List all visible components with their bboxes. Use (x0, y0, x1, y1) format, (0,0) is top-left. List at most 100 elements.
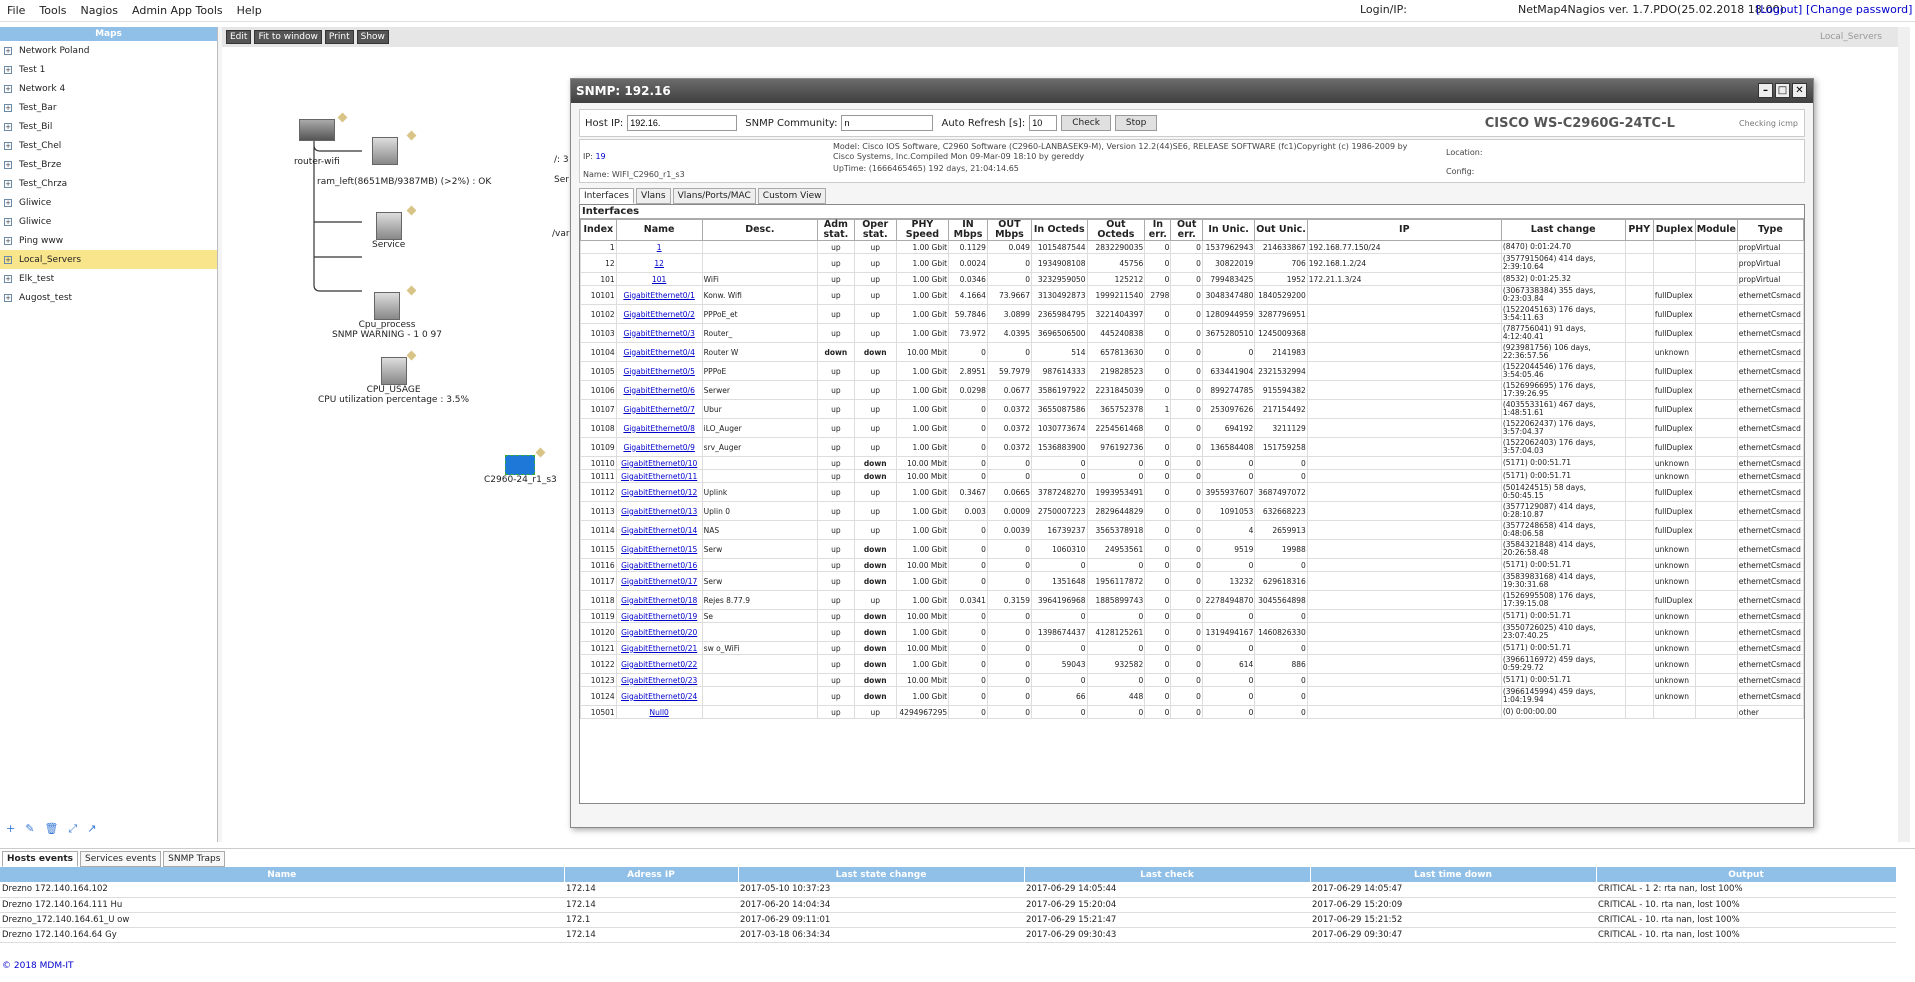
refresh-input[interactable] (1029, 115, 1058, 131)
sidebar-item[interactable]: + Test_Brze (0, 155, 217, 174)
interface-link[interactable]: GigabitEthernet0/13 (621, 507, 697, 516)
column-header[interactable]: Duplex (1652, 219, 1696, 241)
interface-link[interactable]: GigabitEthernet0/4 (623, 348, 694, 357)
interface-link[interactable]: GigabitEthernet0/20 (621, 628, 697, 637)
edit-icon[interactable]: ✎ (25, 822, 34, 836)
column-header[interactable]: Last check (1024, 867, 1311, 882)
interface-link[interactable]: GigabitEthernet0/8 (623, 424, 694, 433)
ram-node[interactable] (372, 137, 398, 165)
interface-link[interactable]: GigabitEthernet0/6 (623, 386, 694, 395)
column-header[interactable]: Desc. (701, 219, 819, 241)
table-row[interactable]: Drezno 172.140.164.64 Gy 172.14 2017-03-18… (0, 927, 1896, 943)
interface-link[interactable]: GigabitEthernet0/19 (621, 612, 697, 621)
tab-snmp-traps[interactable]: SNMP Traps (163, 851, 226, 867)
menu-nagios[interactable]: Nagios (74, 4, 125, 17)
column-header[interactable]: Output (1596, 867, 1897, 882)
interface-link[interactable]: GigabitEthernet0/23 (621, 676, 697, 685)
column-header[interactable]: In err. (1144, 219, 1172, 241)
cpu-process-node[interactable]: Cpu_process SNMP WARNING - 1 0 97 (332, 292, 442, 340)
fit-to-window-button[interactable]: Fit to window (254, 30, 322, 44)
column-header[interactable]: Name (615, 219, 703, 241)
show-button[interactable]: Show (356, 30, 389, 44)
tab-services-events[interactable]: Services events (80, 851, 162, 867)
sidebar-item[interactable]: + Test_Bil (0, 117, 217, 136)
interface-link[interactable]: GigabitEthernet0/24 (621, 692, 697, 701)
cpu-usage-node[interactable]: CPU_USAGE CPU utilization percentage : 3.… (318, 357, 469, 405)
menu-help[interactable]: Help (230, 4, 269, 17)
expand-box-icon[interactable]: + (4, 179, 12, 188)
host-ip-input[interactable] (627, 115, 738, 131)
column-header[interactable]: Adm stat. (817, 219, 855, 241)
switch-node[interactable]: C2960-24_r1_s3 (484, 455, 557, 485)
interface-link[interactable]: GigabitEthernet0/10 (621, 459, 697, 468)
interface-link[interactable]: GigabitEthernet0/7 (623, 405, 694, 414)
copyright-link[interactable]: © 2018 MDM-IT (2, 961, 74, 971)
column-header[interactable]: Oper stat. (853, 219, 897, 241)
expand-box-icon[interactable]: + (4, 236, 12, 245)
expand-box-icon[interactable]: + (4, 84, 12, 93)
menu-admin-app-tools[interactable]: Admin App Tools (125, 4, 230, 17)
column-header[interactable]: IP (1306, 219, 1502, 241)
tab-vlans-ports-mac[interactable]: Vlans/Ports/MAC (672, 188, 756, 204)
expand-box-icon[interactable]: + (4, 103, 12, 112)
column-header[interactable]: Index (580, 219, 617, 241)
expand-box-icon[interactable]: + (4, 198, 12, 207)
table-row[interactable]: Drezno 172.140.164.111 Hu 172.14 2017-06-2… (0, 897, 1896, 913)
add-icon[interactable]: + (6, 822, 15, 836)
column-header[interactable]: In Octeds (1030, 219, 1088, 241)
interface-link[interactable]: 1 (657, 243, 662, 252)
table-row[interactable]: Drezno 172.140.164.102 172.14 2017-05-10 1… (0, 882, 1896, 898)
column-header[interactable]: Module (1694, 219, 1738, 241)
menu-tools[interactable]: Tools (32, 4, 73, 17)
map-scrollbar[interactable] (1898, 27, 1910, 842)
interface-link[interactable]: 101 (652, 275, 666, 284)
sidebar-item[interactable]: + Test 1 (0, 60, 217, 79)
column-header[interactable]: PHY Speed (895, 219, 950, 241)
sidebar-item[interactable]: + Gliwice (0, 212, 217, 231)
column-header[interactable]: Last state change (738, 867, 1025, 882)
stop-button[interactable]: Stop (1114, 115, 1158, 131)
sidebar-item[interactable]: + Elk_test (0, 269, 217, 288)
sidebar-item[interactable]: + Network Poland (0, 41, 217, 60)
expand-box-icon[interactable]: + (4, 122, 12, 131)
router-node[interactable]: router-wifi (294, 119, 340, 167)
column-header[interactable]: Out err. (1170, 219, 1203, 241)
edit-button[interactable]: Edit (226, 30, 252, 44)
interface-link[interactable]: 12 (654, 259, 664, 268)
expand-box-icon[interactable]: + (4, 141, 12, 150)
column-header[interactable]: IN Mbps (948, 219, 988, 241)
sidebar-item[interactable]: + Ping www (0, 231, 217, 250)
interface-link[interactable]: GigabitEthernet0/14 (621, 526, 697, 535)
expand-box-icon[interactable]: + (4, 255, 12, 264)
interface-link[interactable]: GigabitEthernet0/22 (621, 660, 697, 669)
interface-link[interactable]: Null0 (650, 708, 669, 717)
logout-link[interactable]: [Logout] (1756, 3, 1802, 16)
column-header[interactable]: Last time down (1310, 867, 1597, 882)
sidebar-item[interactable]: + Network 4 (0, 79, 217, 98)
interface-link[interactable]: GigabitEthernet0/11 (621, 472, 697, 481)
menu-file[interactable]: File (0, 4, 32, 17)
delete-icon[interactable]: 🗑 (44, 822, 58, 836)
expand-box-icon[interactable]: + (4, 46, 12, 55)
expand-box-icon[interactable]: + (4, 274, 12, 283)
interface-link[interactable]: GigabitEthernet0/1 (623, 291, 694, 300)
column-header[interactable]: PHY (1624, 219, 1654, 241)
sidebar-item[interactable]: + Test_Chrza (0, 174, 217, 193)
expand-box-icon[interactable]: + (4, 217, 12, 226)
sidebar-item[interactable]: + Test_Chel (0, 136, 217, 155)
minimize-icon[interactable]: – (1758, 83, 1773, 98)
column-header[interactable]: Name (0, 867, 565, 882)
column-header[interactable]: In Unic. (1201, 219, 1256, 241)
column-header[interactable]: Adress IP (564, 867, 739, 882)
expand-box-icon[interactable]: + (4, 293, 12, 302)
sidebar-item[interactable]: + Gliwice (0, 193, 217, 212)
external-icon[interactable]: ↗ (87, 822, 96, 836)
interface-link[interactable]: GigabitEthernet0/18 (621, 596, 697, 605)
interface-link[interactable]: GigabitEthernet0/9 (623, 443, 694, 452)
interface-link[interactable]: GigabitEthernet0/5 (623, 367, 694, 376)
column-header[interactable]: Out Octeds (1086, 219, 1146, 241)
interface-link[interactable]: GigabitEthernet0/21 (621, 644, 697, 653)
print-button[interactable]: Print (324, 30, 354, 44)
close-icon[interactable]: ✕ (1792, 83, 1807, 98)
service-node[interactable]: Service (372, 212, 405, 250)
